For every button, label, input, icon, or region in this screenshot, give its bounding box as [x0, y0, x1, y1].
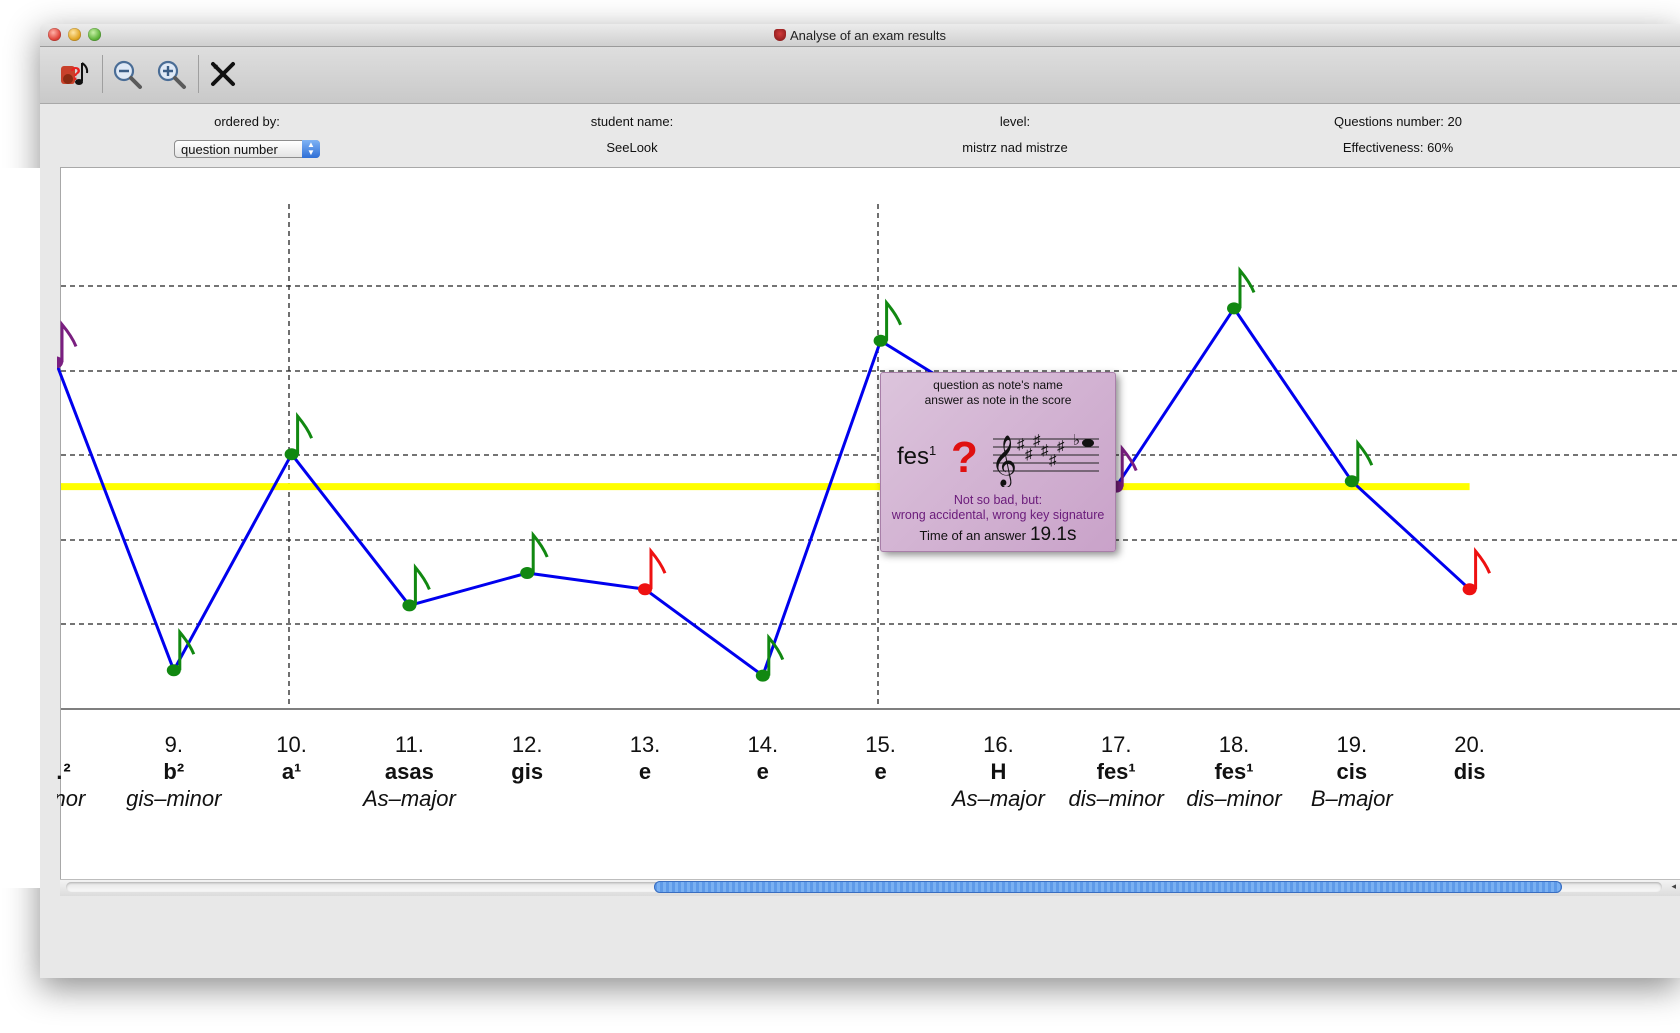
question-note-label: dis — [1454, 759, 1486, 784]
tooltip-time: Time of an answer 19.1s — [881, 524, 1115, 546]
question-number-label: 19. — [1337, 732, 1368, 757]
series-line-segment — [644, 587, 764, 677]
note-stem — [1356, 439, 1374, 482]
question-key-label: dis–minor — [1069, 786, 1166, 811]
question-key-label: As–major — [950, 786, 1047, 811]
answer-note-mark — [638, 547, 667, 596]
question-note-label: e — [874, 759, 886, 784]
question-mark-icon: ? — [951, 433, 978, 482]
svg-text:♯: ♯ — [1057, 438, 1065, 455]
question-note-label: H — [990, 759, 1006, 784]
question-key-label: gis–minor — [126, 786, 223, 811]
svg-text:♯: ♯ — [1033, 432, 1041, 449]
question-number-label: 9. — [165, 732, 183, 757]
score-staff-icon: 𝄞 ♯♯ ♯♯ ♯♯ ♭ — [991, 432, 1099, 487]
series-line-segment — [526, 571, 646, 591]
question-note-label: a¹ — [282, 759, 302, 784]
answer-note-mark — [402, 563, 431, 612]
tooltip-note-octave: 1 — [929, 443, 937, 458]
question-tooltip: question as note's name answer as note i… — [880, 372, 1116, 552]
question-note-label: asas — [385, 759, 434, 784]
window-outside-left — [0, 168, 40, 888]
svg-text:♯: ♯ — [1017, 436, 1025, 453]
answer-note-mark — [1462, 547, 1491, 596]
question-note-label: fes¹ — [1097, 759, 1136, 784]
tooltip-result-detail: wrong accidental, wrong key signature — [891, 508, 1105, 522]
svg-text:♭: ♭ — [1073, 432, 1080, 449]
series-line-segment — [290, 453, 411, 607]
tooltip-time-value: 19.1s — [1029, 524, 1077, 545]
question-number-label: 14. — [748, 732, 779, 757]
tooltip-answer-type: answer as note in the score — [924, 393, 1072, 407]
series-line-segment — [1114, 307, 1236, 488]
answer-note-mark — [1227, 266, 1256, 315]
answer-note-mark — [520, 530, 549, 579]
question-key-label: dis–minor — [1186, 786, 1283, 811]
question-note-label: e — [639, 759, 651, 784]
note-stem — [296, 412, 313, 455]
series-line-segment — [409, 571, 528, 607]
tooltip-time-label: Time of an answer — [919, 528, 1026, 543]
question-note-label: e — [757, 759, 769, 784]
question-note-label: fes¹ — [1214, 759, 1253, 784]
question-number-label: 15. — [865, 732, 896, 757]
svg-text:𝄞: 𝄞 — [991, 436, 1017, 487]
question-number-label: 11. — [395, 732, 424, 757]
note-stem — [649, 547, 667, 590]
tooltip-note-name: fes — [897, 443, 930, 470]
svg-text:♯: ♯ — [1025, 446, 1033, 463]
svg-text:♯: ♯ — [1041, 442, 1049, 459]
question-number-label: 20. — [1454, 732, 1485, 757]
question-key-label: B–major — [1311, 786, 1395, 811]
note-stem — [531, 530, 549, 573]
svg-text:♯: ♯ — [1049, 452, 1057, 469]
answer-note-mark — [755, 633, 785, 682]
tooltip-result-title: Not so bad, but: — [953, 493, 1043, 507]
note-stem — [885, 298, 902, 341]
series-line-segment — [1350, 480, 1471, 591]
question-number-label: 13. — [630, 732, 661, 757]
question-number-label: 17. — [1101, 732, 1132, 757]
note-stem — [60, 320, 78, 363]
question-number-label: 18. — [1219, 732, 1250, 757]
note-stem — [1238, 266, 1256, 309]
series-line-segment — [761, 340, 883, 677]
question-note-label: b² — [163, 759, 184, 784]
results-chart: 9.10.11.12.13.14.15.16.17.18.19.20.…²b²a… — [0, 168, 1680, 888]
answer-note-mark — [1344, 439, 1374, 488]
question-key-label: As–major — [361, 786, 458, 811]
question-note-label: cis — [1337, 759, 1368, 784]
question-number-label: 10. — [276, 732, 307, 757]
note-stem — [1474, 547, 1491, 590]
question-number-label: 16. — [983, 732, 1014, 757]
tooltip-question-type: question as note's name — [933, 378, 1063, 392]
tooltip-note: fes1 — [897, 443, 936, 471]
question-note-label: gis — [511, 759, 543, 784]
question-number-label: 12. — [512, 732, 543, 757]
